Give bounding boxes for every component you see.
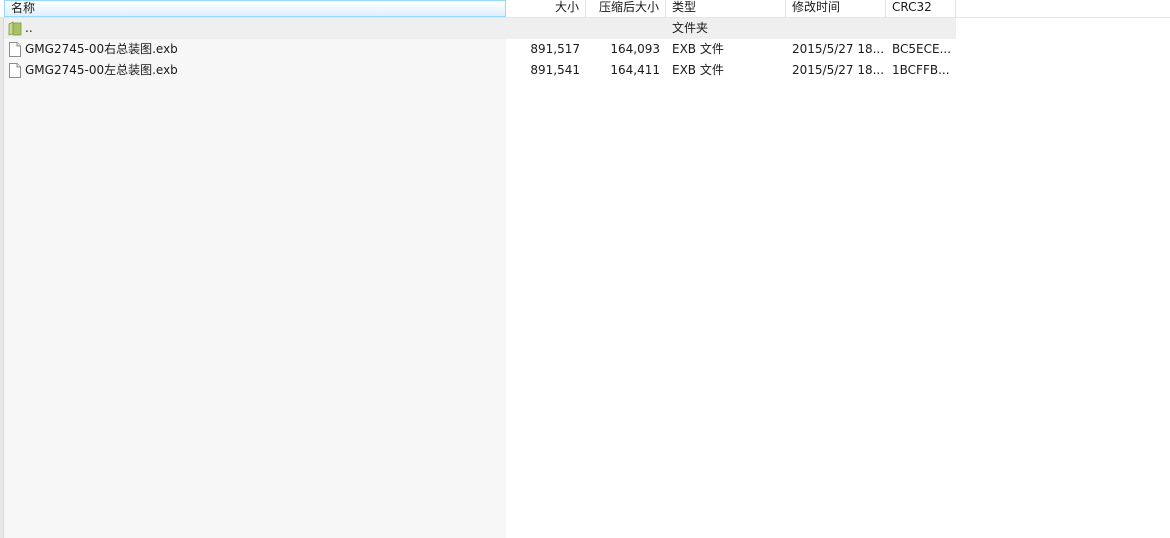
file-name: GMG2745-00右总装图.exb [25, 42, 178, 56]
file-size: 891,517 [530, 42, 580, 56]
file-type: EXB 文件 [672, 63, 724, 77]
column-header-type[interactable]: 类型 [666, 0, 786, 17]
file-icon [8, 60, 24, 81]
file-size: 891,541 [530, 63, 580, 77]
parent-folder-type: 文件夹 [672, 21, 709, 35]
file-icon [8, 39, 24, 60]
file-crc32: 1BCFFB... [892, 63, 950, 77]
name-column-background [4, 18, 506, 538]
file-row[interactable]: GMG2745-00左总装图.exb 891,541 164,411 EXB 文… [4, 60, 956, 81]
file-type: EXB 文件 [672, 42, 724, 56]
parent-folder-name: .. [25, 21, 33, 35]
column-header-modified[interactable]: 修改时间 [786, 0, 886, 17]
file-name: GMG2745-00左总装图.exb [25, 63, 178, 77]
file-packed-size: 164,093 [610, 42, 660, 56]
column-header-bar: 名称 大小 压缩后大小 类型 修改时间 CRC32 [0, 0, 1170, 18]
column-header-crc32[interactable]: CRC32 [886, 0, 956, 17]
file-crc32: BC5ECE... [892, 42, 952, 56]
column-header-size[interactable]: 大小 [506, 0, 586, 17]
file-packed-size: 164,411 [610, 63, 660, 77]
file-list-window: 名称 大小 压缩后大小 类型 修改时间 CRC32 .. 文件夹 GMG2745… [0, 0, 1170, 538]
parent-folder-row[interactable]: .. 文件夹 [4, 18, 956, 39]
column-header-packed-size[interactable]: 压缩后大小 [586, 0, 666, 17]
file-modified: 2015/5/27 18... [792, 63, 884, 77]
column-header-name[interactable]: 名称 [4, 0, 506, 17]
file-row[interactable]: GMG2745-00右总装图.exb 891,517 164,093 EXB 文… [4, 39, 956, 60]
file-modified: 2015/5/27 18... [792, 42, 884, 56]
folder-icon [8, 18, 24, 39]
